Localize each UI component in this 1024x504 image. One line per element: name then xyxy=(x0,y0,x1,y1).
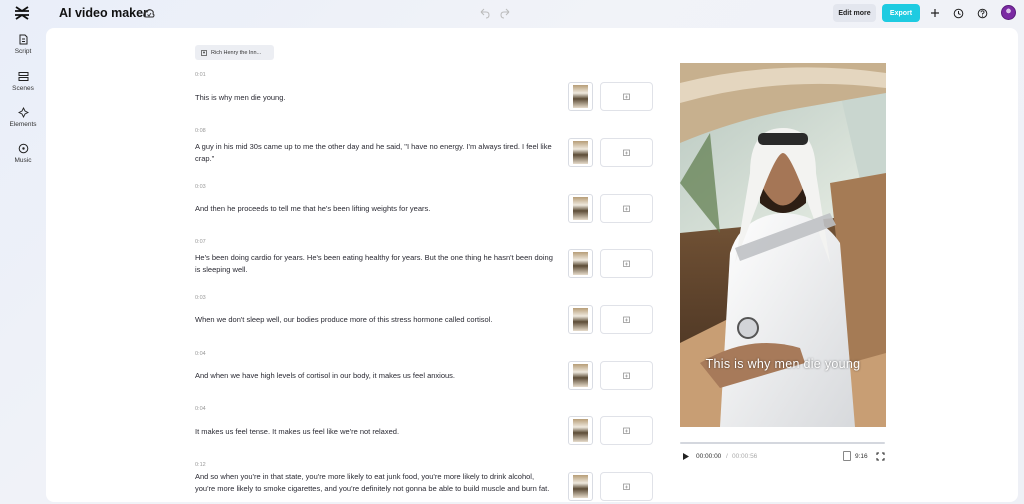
sidebar-item-music[interactable]: Music xyxy=(0,143,46,164)
top-bar: AI video maker Edit more Export xyxy=(0,0,1024,27)
scene-duration: 0:03 xyxy=(195,295,206,301)
scenes-icon xyxy=(18,72,28,81)
avatar[interactable] xyxy=(1001,5,1016,20)
add-media-icon xyxy=(622,205,630,212)
add-media-button[interactable] xyxy=(600,472,653,501)
time-separator: / xyxy=(726,453,728,460)
scene-thumbnail[interactable] xyxy=(568,472,593,501)
scene-row: 0:01 This is why men die young. xyxy=(195,72,655,111)
scene-duration: 0:07 xyxy=(195,239,206,245)
sidebar: Script Scenes Elements Music xyxy=(0,28,46,504)
scene-text[interactable]: A guy in his mid 30s came up to me the o… xyxy=(195,141,553,164)
scene-text[interactable]: This is why men die young. xyxy=(195,92,553,104)
preview-frame-image xyxy=(680,63,886,427)
add-media-icon xyxy=(622,149,630,156)
video-progress-bar[interactable] xyxy=(680,442,885,444)
voice-label: Rich Henry the Inn... xyxy=(211,49,262,56)
scene-duration: 0:03 xyxy=(195,184,206,190)
history-icon[interactable] xyxy=(953,8,964,19)
cloud-save-icon[interactable] xyxy=(143,8,155,19)
scene-row: 0:08 A guy in his mid 30s came up to me … xyxy=(195,128,655,167)
add-media-icon xyxy=(622,93,630,100)
sidebar-item-label: Music xyxy=(14,157,32,164)
scene-row: 0:04 It makes us feel tense. It makes us… xyxy=(195,406,655,445)
scene-row: 0:07 He's been doing cardio for years. H… xyxy=(195,239,655,278)
add-media-icon xyxy=(622,316,630,323)
aspect-ratio-icon[interactable] xyxy=(843,451,851,461)
scene-duration: 0:08 xyxy=(195,128,206,134)
scene-thumbnail[interactable] xyxy=(568,138,593,167)
scene-row: 0:03 When we don't sleep well, our bodie… xyxy=(195,295,655,334)
music-icon xyxy=(18,143,28,154)
app-title: AI video maker xyxy=(59,6,148,20)
sidebar-item-script[interactable]: Script xyxy=(0,34,46,55)
scene-row: 0:04 And when we have high levels of cor… xyxy=(195,351,655,390)
scene-thumbnail[interactable] xyxy=(568,82,593,111)
elements-icon xyxy=(17,107,29,118)
scene-duration: 0:01 xyxy=(195,72,206,78)
aspect-ratio-label[interactable]: 9:16 xyxy=(855,453,868,460)
scene-text[interactable]: And so when you're in that state, you're… xyxy=(195,471,553,494)
add-media-icon xyxy=(622,483,630,490)
add-media-icon xyxy=(622,427,630,434)
add-media-icon xyxy=(622,372,630,379)
voice-selector[interactable]: Rich Henry the Inn... xyxy=(195,45,274,60)
scene-text[interactable]: It makes us feel tense. It makes us feel… xyxy=(195,426,553,438)
scene-thumbnail[interactable] xyxy=(568,194,593,223)
sidebar-item-label: Script xyxy=(14,48,32,55)
add-media-button[interactable] xyxy=(600,305,653,334)
scene-duration: 0:04 xyxy=(195,351,206,357)
redo-icon[interactable] xyxy=(500,8,511,19)
total-time: 00:00:56 xyxy=(732,453,758,460)
add-media-button[interactable] xyxy=(600,416,653,445)
play-icon[interactable] xyxy=(681,452,690,461)
scene-thumbnail[interactable] xyxy=(568,416,593,445)
scene-thumbnail[interactable] xyxy=(568,305,593,334)
scene-text[interactable]: And when we have high levels of cortisol… xyxy=(195,370,553,382)
sidebar-item-scenes[interactable]: Scenes xyxy=(0,71,46,92)
add-media-button[interactable] xyxy=(600,138,653,167)
video-caption: This is why men die young xyxy=(705,357,861,371)
scene-row: 0:03 And then he proceeds to tell me tha… xyxy=(195,184,655,223)
main-panel: Rich Henry the Inn... 0:01 This is why m… xyxy=(46,28,1018,502)
voice-icon xyxy=(201,49,207,56)
add-media-button[interactable] xyxy=(600,361,653,390)
add-media-button[interactable] xyxy=(600,194,653,223)
scene-text[interactable]: He's been doing cardio for years. He's b… xyxy=(195,252,553,275)
scene-duration: 0:04 xyxy=(195,406,206,412)
add-media-button[interactable] xyxy=(600,249,653,278)
capcut-logo-icon[interactable] xyxy=(14,6,30,20)
undo-icon[interactable] xyxy=(479,8,490,19)
sidebar-item-label: Scenes xyxy=(12,85,34,92)
scene-row: 0:12 And so when you're in that state, y… xyxy=(195,462,655,502)
current-time: 00:00:00 xyxy=(696,453,722,460)
scene-text[interactable]: When we don't sleep well, our bodies pro… xyxy=(195,314,553,326)
scene-thumbnail[interactable] xyxy=(568,361,593,390)
plus-icon[interactable] xyxy=(930,8,940,18)
scene-text[interactable]: And then he proceeds to tell me that he'… xyxy=(195,203,553,215)
scene-thumbnail[interactable] xyxy=(568,249,593,278)
export-button[interactable]: Export xyxy=(882,4,920,22)
edit-more-button[interactable]: Edit more xyxy=(833,4,876,22)
video-preview[interactable]: This is why men die young xyxy=(680,63,886,427)
script-icon xyxy=(19,34,27,45)
help-icon[interactable] xyxy=(977,8,988,19)
add-media-button[interactable] xyxy=(600,82,653,111)
fullscreen-icon[interactable] xyxy=(876,452,885,461)
sidebar-item-elements[interactable]: Elements xyxy=(0,107,46,128)
add-media-icon xyxy=(622,260,630,267)
sidebar-item-label: Elements xyxy=(9,121,37,128)
